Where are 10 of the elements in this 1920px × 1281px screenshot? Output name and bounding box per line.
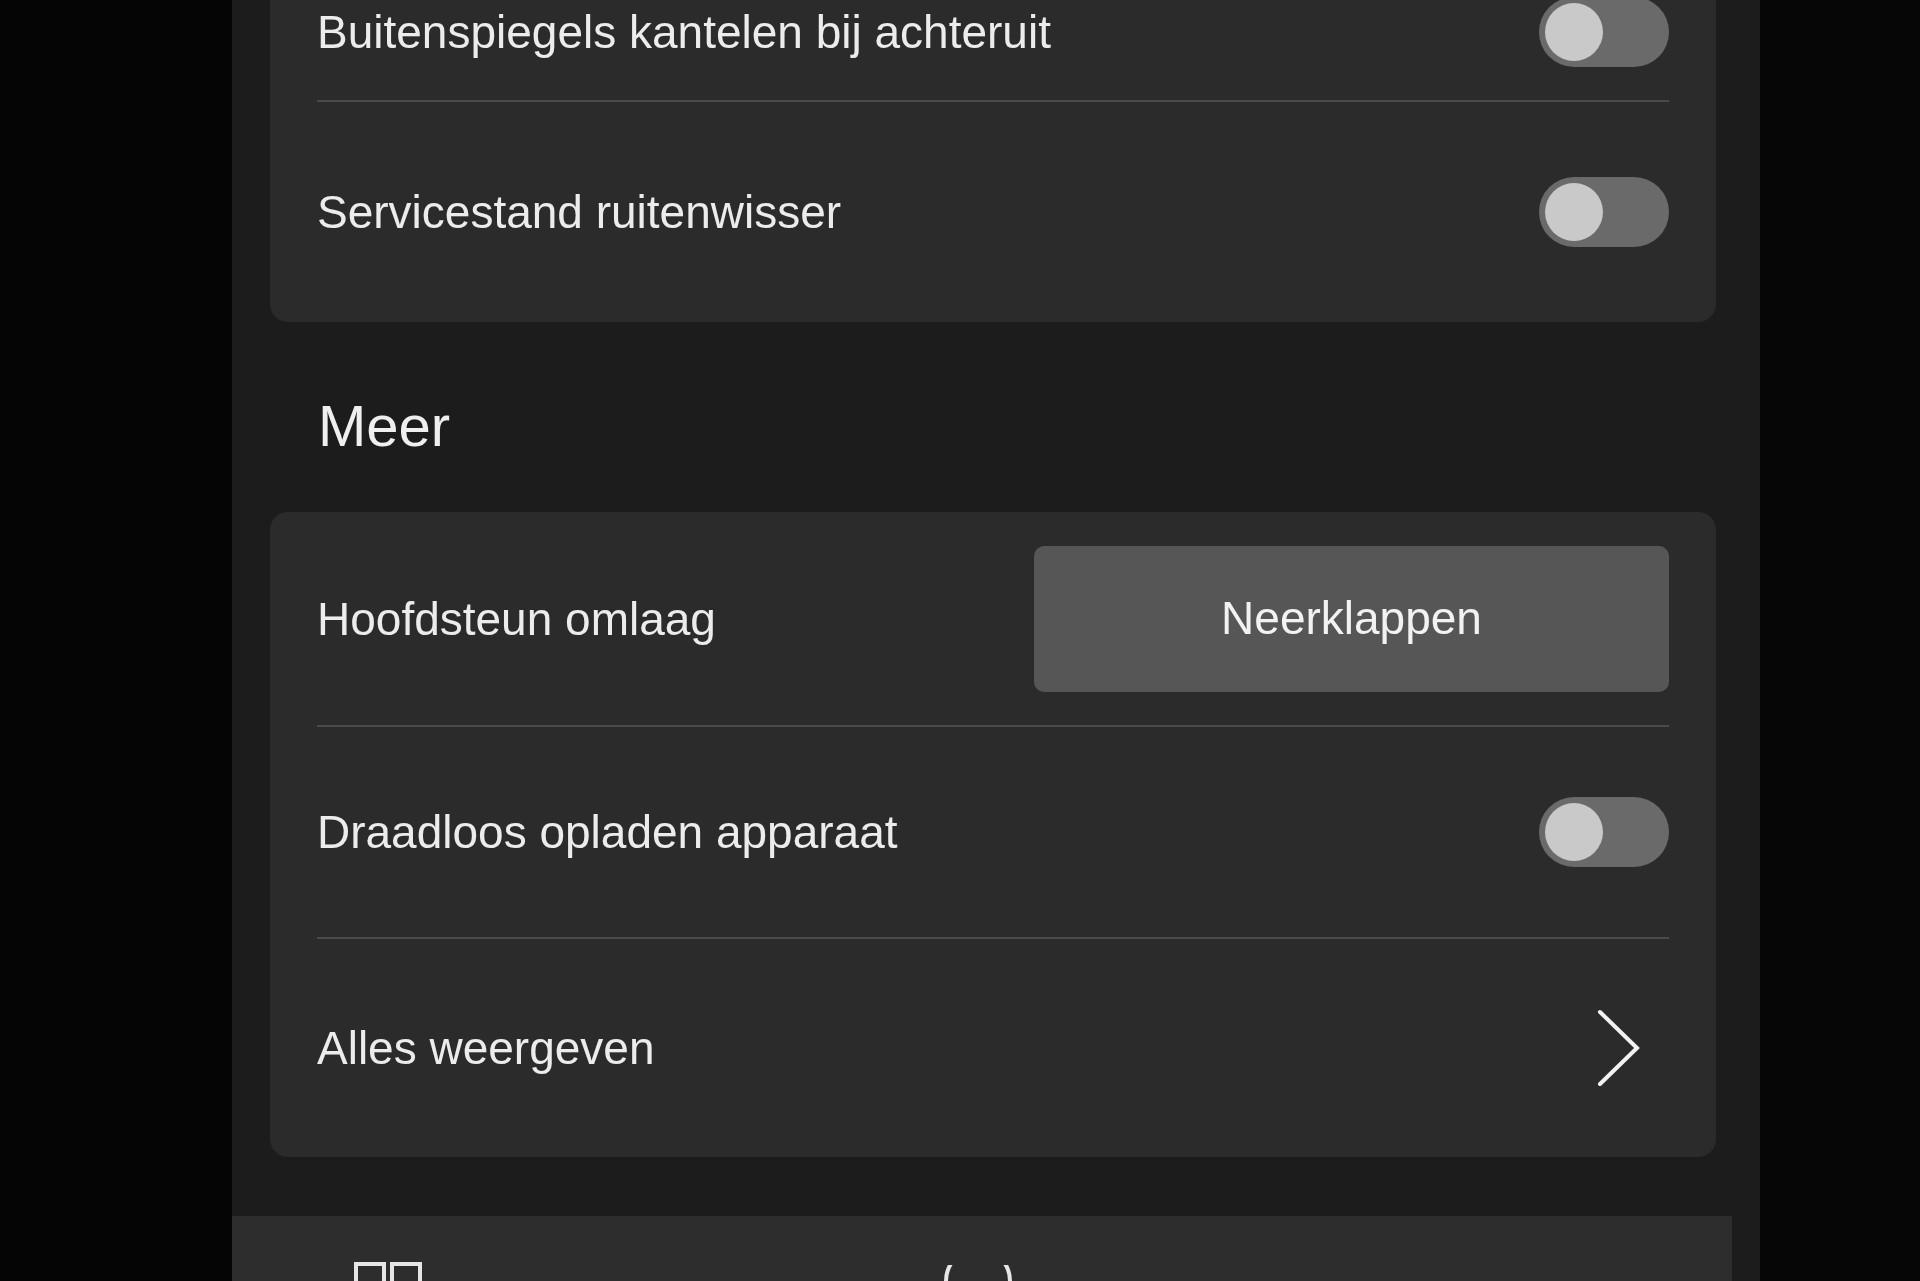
fold-down-button[interactable]: Neerklappen	[1034, 545, 1669, 692]
setting-label: Hoofdsteun omlaag	[317, 591, 716, 646]
section-heading: Meer	[318, 394, 451, 458]
setting-label: Alles weergeven	[317, 1021, 655, 1075]
chevron-right-icon	[1597, 1009, 1641, 1087]
setting-label: Servicestand ruitenwisser	[317, 185, 842, 239]
setting-label: Buitenspiegels kantelen bij achteruit	[317, 5, 1051, 59]
setting-label: Draadloos opladen apparaat	[317, 805, 898, 859]
grid-icon[interactable]	[354, 1262, 422, 1281]
show-all-row[interactable]: Alles weergeven	[317, 937, 1669, 1157]
